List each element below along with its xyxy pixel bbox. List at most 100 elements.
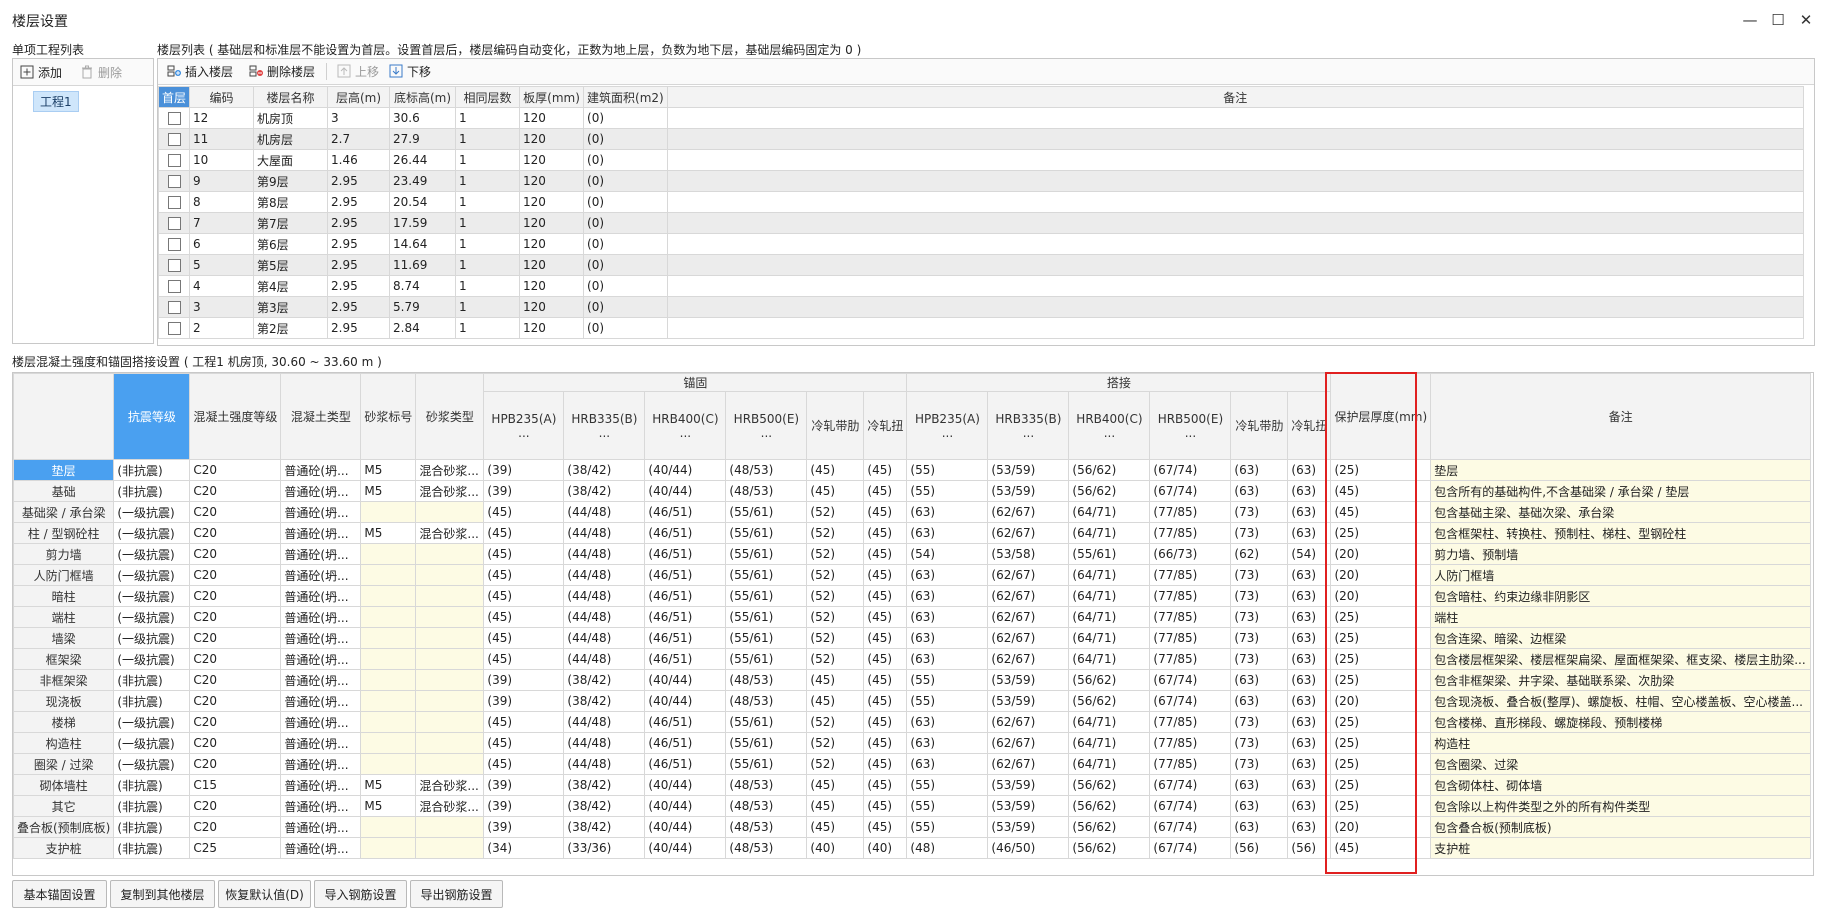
anchor-hrb335-cell[interactable]: (44/48) [563, 543, 646, 565]
mortar-grade-cell[interactable]: M5 [360, 522, 417, 544]
lap-hrb335-cell[interactable]: (53/59) [987, 480, 1070, 502]
lap-cold-twisted-cell[interactable]: (63) [1287, 459, 1332, 481]
floor-name-cell[interactable]: 第8层 [253, 191, 329, 213]
col-lap-hrb500[interactable]: HRB500(E) ... [1149, 391, 1232, 460]
anchor-hpb235-cell[interactable]: (39) [483, 816, 565, 838]
col-concrete-strength[interactable]: 混凝土强度等级 [189, 373, 282, 460]
anchor-hrb400-cell[interactable]: (46/51) [644, 585, 727, 607]
mortar-grade-cell[interactable] [360, 732, 417, 754]
anchor-hpb235-cell[interactable]: (45) [483, 585, 565, 607]
mortar-grade-cell[interactable] [360, 816, 417, 838]
lap-cold-ribbed-cell[interactable]: (73) [1230, 585, 1289, 607]
anchor-hrb500-cell[interactable]: (48/53) [725, 837, 808, 859]
note-cell[interactable]: 包含楼梯、直形梯段、螺旋梯段、预制楼梯 [1430, 711, 1812, 733]
lap-hrb500-cell[interactable]: (67/74) [1149, 774, 1232, 796]
anchor-hrb335-cell[interactable]: (44/48) [563, 648, 646, 670]
anchor-cold-twisted-cell[interactable]: (45) [863, 585, 908, 607]
mortar-grade-cell[interactable]: M5 [360, 480, 417, 502]
anchor-cold-twisted-cell[interactable]: (45) [863, 522, 908, 544]
floor-slab-thickness-cell[interactable]: 120 [519, 191, 585, 213]
anchor-cold-twisted-cell[interactable]: (45) [863, 711, 908, 733]
mortar-grade-cell[interactable] [360, 543, 417, 565]
floor-row[interactable]: 8 第8层 2.95 20.54 1 120 (0) [158, 191, 1804, 213]
floor-slab-thickness-cell[interactable]: 120 [519, 170, 585, 192]
lap-cold-ribbed-cell[interactable]: (63) [1230, 480, 1289, 502]
col-seismic-grade[interactable]: 抗震等级 [113, 373, 191, 460]
floor-height-cell[interactable]: 2.95 [327, 317, 391, 339]
concrete-type-cell[interactable]: 普通砼(坍... [280, 501, 362, 523]
anchor-cold-twisted-cell[interactable]: (45) [863, 459, 908, 481]
concrete-strength-cell[interactable]: C20 [189, 543, 282, 565]
floor-row[interactable]: 7 第7层 2.95 17.59 1 120 (0) [158, 212, 1804, 234]
lap-hrb400-cell[interactable]: (64/71) [1068, 501, 1151, 523]
lap-hpb235-cell[interactable]: (63) [906, 753, 989, 775]
anchor-hrb400-cell[interactable]: (40/44) [644, 774, 727, 796]
lap-hrb500-cell[interactable]: (77/85) [1149, 606, 1232, 628]
seismic-grade-cell[interactable]: (一级抗震) [113, 543, 191, 565]
floor-slab-thickness-cell[interactable]: 120 [519, 212, 585, 234]
note-cell[interactable]: 包含砌体柱、砌体墙 [1430, 774, 1812, 796]
lap-hpb235-cell[interactable]: (55) [906, 480, 989, 502]
floor-base-elevation-cell[interactable]: 14.64 [389, 233, 457, 255]
first-floor-checkbox[interactable] [167, 196, 181, 209]
anchor-cold-ribbed-cell[interactable]: (52) [806, 648, 865, 670]
concrete-row[interactable]: 叠合板(预制底板) (非抗震) C20 普通砼(坍... (39) (38/42) (40/… [13, 816, 1812, 838]
lap-hpb235-cell[interactable]: (63) [906, 585, 989, 607]
mortar-grade-cell[interactable] [360, 669, 417, 691]
export-rebar-settings-button[interactable]: 导出钢筋设置 [410, 880, 503, 908]
lap-cold-ribbed-cell[interactable]: (63) [1230, 459, 1289, 481]
anchor-hrb400-cell[interactable]: (40/44) [644, 459, 727, 481]
concrete-type-cell[interactable]: 普通砼(坍... [280, 543, 362, 565]
floor-slab-thickness-cell[interactable]: 120 [519, 107, 585, 129]
floor-area-cell[interactable]: (0) [583, 191, 668, 213]
col-anchor-cold-rolled-ribbed[interactable]: 冷轧带肋 [806, 391, 865, 460]
cover-thickness-cell[interactable]: (25) [1330, 732, 1432, 754]
lap-hrb335-cell[interactable]: (62/67) [987, 501, 1070, 523]
floor-row[interactable]: 5 第5层 2.95 11.69 1 120 (0) [158, 254, 1804, 276]
lap-cold-ribbed-cell[interactable]: (63) [1230, 690, 1289, 712]
note-cell[interactable]: 剪力墙、预制墙 [1430, 543, 1812, 565]
floor-row[interactable]: 3 第3层 2.95 5.79 1 120 (0) [158, 296, 1804, 318]
anchor-cold-ribbed-cell[interactable]: (45) [806, 795, 865, 817]
lap-hpb235-cell[interactable]: (55) [906, 795, 989, 817]
floor-height-cell[interactable]: 1.46 [327, 149, 391, 171]
concrete-type-cell[interactable]: 普通砼(坍... [280, 795, 362, 817]
lap-hrb335-cell[interactable]: (53/58) [987, 543, 1070, 565]
floor-note-cell[interactable] [666, 128, 1804, 150]
project-item[interactable]: 工程1 [33, 91, 79, 112]
lap-hrb500-cell[interactable]: (67/74) [1149, 669, 1232, 691]
concrete-strength-cell[interactable]: C20 [189, 669, 282, 691]
col-base-elevation[interactable]: 底标高(m) [389, 86, 457, 108]
anchor-hrb500-cell[interactable]: (55/61) [725, 732, 808, 754]
floor-name-cell[interactable]: 第4层 [253, 275, 329, 297]
anchor-hpb235-cell[interactable]: (34) [483, 837, 565, 859]
mortar-grade-cell[interactable] [360, 648, 417, 670]
note-cell[interactable]: 包含基础主梁、基础次梁、承台梁 [1430, 501, 1812, 523]
lap-hrb335-cell[interactable]: (53/59) [987, 690, 1070, 712]
lap-hrb335-cell[interactable]: (53/59) [987, 669, 1070, 691]
concrete-type-cell[interactable]: 普通砼(坍... [280, 627, 362, 649]
floor-area-cell[interactable]: (0) [583, 233, 668, 255]
floor-height-cell[interactable]: 3 [327, 107, 391, 129]
lap-hrb400-cell[interactable]: (64/71) [1068, 648, 1151, 670]
col-same-count[interactable]: 相同层数 [455, 86, 521, 108]
floor-code-cell[interactable]: 8 [189, 191, 255, 213]
anchor-cold-twisted-cell[interactable]: (45) [863, 648, 908, 670]
first-floor-checkbox[interactable] [167, 280, 181, 293]
cover-thickness-cell[interactable]: (20) [1330, 690, 1432, 712]
anchor-cold-twisted-cell[interactable]: (45) [863, 564, 908, 586]
anchor-hrb400-cell[interactable]: (40/44) [644, 795, 727, 817]
cover-thickness-cell[interactable]: (25) [1330, 627, 1432, 649]
concrete-type-cell[interactable]: 普通砼(坍... [280, 711, 362, 733]
floor-name-cell[interactable]: 第3层 [253, 296, 329, 318]
col-mortar-type[interactable]: 砂浆类型 [415, 373, 485, 460]
anchor-hrb500-cell[interactable]: (55/61) [725, 564, 808, 586]
note-cell[interactable]: 包含圈梁、过梁 [1430, 753, 1812, 775]
lap-hrb500-cell[interactable]: (67/74) [1149, 459, 1232, 481]
mortar-type-cell[interactable] [415, 837, 485, 859]
note-cell[interactable]: 包含所有的基础构件,不含基础梁 / 承台梁 / 垫层 [1430, 480, 1812, 502]
lap-cold-ribbed-cell[interactable]: (62) [1230, 543, 1289, 565]
lap-hpb235-cell[interactable]: (54) [906, 543, 989, 565]
floor-area-cell[interactable]: (0) [583, 149, 668, 171]
seismic-grade-cell[interactable]: (一级抗震) [113, 522, 191, 544]
